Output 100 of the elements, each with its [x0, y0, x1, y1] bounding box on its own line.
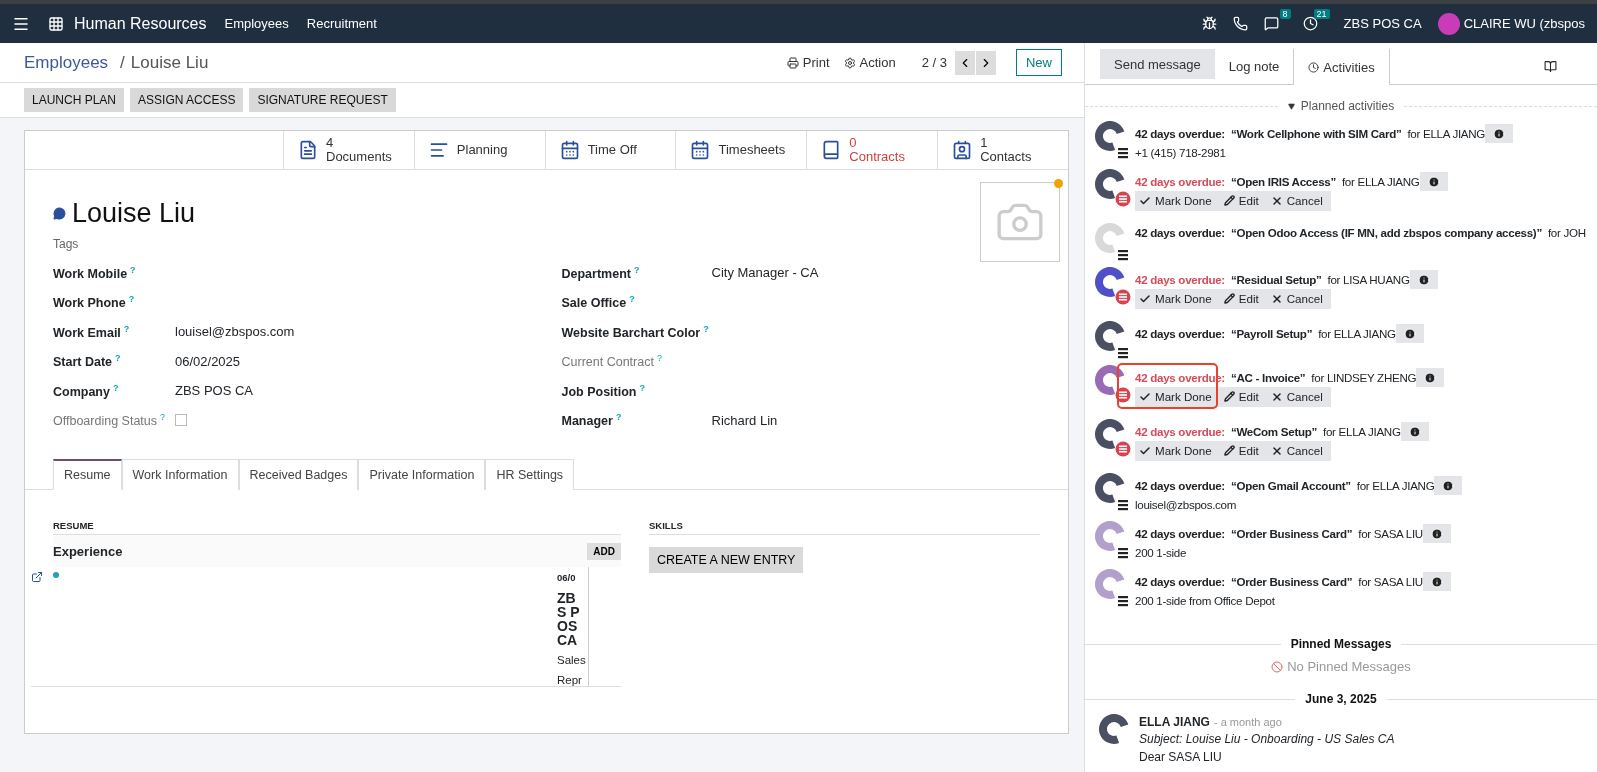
activity-title: “WeCom Setup”	[1230, 425, 1317, 438]
activity-action-button[interactable]: Edit	[1219, 289, 1267, 309]
info-button[interactable]	[1434, 476, 1463, 495]
overdue-label: 42 days overdue:	[1135, 175, 1225, 188]
info-icon	[1427, 175, 1440, 188]
add-button[interactable]: ADD	[587, 542, 621, 560]
new-button[interactable]: New	[1016, 49, 1062, 76]
field-label: Start Date $^{?}$	[53, 353, 122, 370]
assignee: for ELLA JIANG	[1407, 127, 1486, 140]
activity-title: “Payroll Setup”	[1230, 327, 1313, 340]
action-button[interactable]: LAUNCH PLAN	[24, 88, 125, 112]
user-name[interactable]: CLAIRE WU (zbspos	[1463, 16, 1585, 31]
activity-action-button[interactable]: Edit	[1219, 191, 1267, 211]
clock-icon	[1308, 61, 1320, 73]
section-toggle[interactable]: Planned activities	[1287, 99, 1395, 113]
nav-menu-item[interactable]: Recruitment	[306, 16, 377, 31]
field-label: Work Mobile $^{?}$	[53, 264, 137, 281]
activity-action-button[interactable]: Mark Done	[1135, 191, 1220, 211]
clock-icon[interactable]	[1302, 16, 1318, 31]
caret-icon	[1287, 102, 1295, 110]
chatter-tab[interactable]: Activities	[1293, 49, 1390, 85]
info-button[interactable]	[1422, 572, 1451, 591]
app-title[interactable]: Human Resources	[74, 14, 207, 33]
overdue-label: 42 days overdue:	[1135, 575, 1225, 588]
check-icon	[1139, 292, 1151, 305]
count-badge: 8	[1279, 9, 1291, 19]
activity-action-button[interactable]: Cancel	[1266, 441, 1331, 461]
activity-action-button[interactable]: Mark Done	[1135, 441, 1220, 461]
tab[interactable]: Received Badges	[238, 459, 359, 490]
activity-title: “Order Business Card”	[1230, 527, 1353, 540]
assignee: for SASA LIU	[1358, 575, 1423, 588]
activity-title: “Open Odoo Access (IF MN, add zbspos company access)”	[1230, 226, 1542, 239]
field-label: Job Position $^{?}$	[561, 382, 646, 399]
activity-type-icon	[1117, 500, 1129, 511]
info-button[interactable]	[1419, 172, 1448, 191]
activity-action-button[interactable]: Edit	[1219, 441, 1267, 461]
next-button[interactable]	[976, 50, 996, 75]
assignee: for SASA LIU	[1358, 527, 1423, 540]
timeline-dot	[53, 572, 59, 578]
close-icon	[1270, 390, 1283, 403]
print-button[interactable]: Print	[786, 55, 830, 70]
assignee: for JOH	[1547, 226, 1586, 239]
list-icon	[428, 140, 449, 160]
overdue-label: 42 days overdue:	[1135, 273, 1225, 286]
breadcrumb-link[interactable]: Employees	[24, 52, 109, 73]
chat-icon[interactable]	[1263, 16, 1279, 31]
message-time: - a month ago	[1213, 716, 1282, 728]
activity-action-button[interactable]: Cancel	[1266, 191, 1331, 211]
info-button[interactable]	[1416, 368, 1445, 387]
previous-button[interactable]	[955, 50, 975, 75]
action-button[interactable]: SIGNATURE REQUEST	[249, 88, 396, 112]
activity-action-button[interactable]: Mark Done	[1135, 387, 1220, 407]
user-avatar[interactable]	[1437, 12, 1460, 35]
assignee: for ELLA JIANG	[1356, 479, 1435, 492]
bug-icon[interactable]	[1201, 16, 1217, 31]
assignee: for ELLA JIANG	[1323, 425, 1401, 438]
info-icon	[1430, 527, 1443, 540]
field-label: Offboarding Status $^{?}$	[53, 412, 167, 429]
nav-menu-item[interactable]: Employees	[224, 16, 289, 31]
chat-bubble-icon[interactable]	[53, 207, 66, 220]
activity-action-button[interactable]: Cancel	[1266, 289, 1331, 309]
info-button[interactable]	[1409, 270, 1438, 289]
field-value: City Manager - CA	[711, 265, 820, 281]
forbidden-icon	[1271, 660, 1284, 673]
info-button[interactable]	[1400, 422, 1429, 441]
field-value: Richard Lin	[711, 412, 779, 428]
pager-value: 2 / 3	[921, 55, 947, 70]
field-label: Work Email $^{?}$	[53, 323, 131, 340]
tags-field[interactable]: Tags	[53, 237, 79, 251]
activity-action-button[interactable]: Mark Done	[1135, 289, 1220, 309]
action-button[interactable]: ASSIGN ACCESS	[130, 88, 244, 112]
tab[interactable]: Work Information	[121, 459, 239, 490]
info-button[interactable]	[1395, 324, 1424, 343]
activity-action-button[interactable]: Cancel	[1266, 387, 1331, 407]
external-link-icon[interactable]	[31, 571, 43, 583]
info-button[interactable]	[1485, 124, 1514, 143]
book-icon[interactable]	[1544, 60, 1557, 73]
tab[interactable]: Private Information	[358, 459, 486, 490]
checkbox[interactable]	[175, 414, 187, 427]
activity-type-icon	[1115, 289, 1131, 305]
activity-note: 200 1-side from Office Depot	[1135, 594, 1276, 607]
create-entry-button[interactable]: CREATE A NEW ENTRY	[649, 547, 804, 573]
document-icon	[298, 140, 318, 160]
action-button[interactable]: Action	[843, 55, 896, 70]
tab[interactable]: HR Settings	[485, 459, 575, 490]
overdue-label: 42 days overdue:	[1135, 127, 1225, 140]
activity-action-button[interactable]: Edit	[1219, 387, 1267, 407]
overdue-label: 42 days overdue:	[1135, 527, 1225, 540]
phone-icon[interactable]	[1232, 16, 1248, 31]
activity-type-icon	[1115, 191, 1131, 207]
field-label: Website Barchart Color $^{?}$	[561, 323, 710, 340]
apps-grid-icon[interactable]	[48, 15, 64, 32]
tab[interactable]: Resume	[53, 459, 122, 490]
calendar-icon	[559, 140, 580, 160]
gear-icon	[843, 56, 856, 69]
info-button[interactable]	[1422, 524, 1451, 543]
field-label: Company $^{?}$	[53, 382, 120, 399]
chatter-tab[interactable]: Send message	[1100, 49, 1215, 79]
field-label: Work Phone $^{?}$	[53, 294, 136, 311]
company-switcher[interactable]: ZBS POS CA	[1343, 16, 1422, 31]
